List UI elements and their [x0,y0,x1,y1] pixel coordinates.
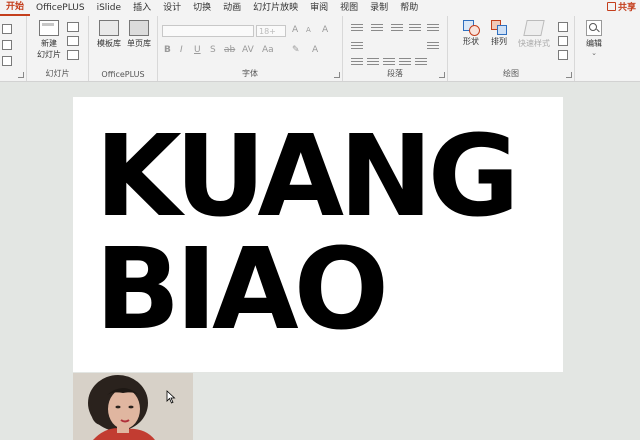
slide-title-line-2[interactable]: BIAO [95,234,389,346]
align-right-icon[interactable] [383,58,395,65]
shape-effects-icon[interactable] [558,50,568,60]
strikethrough-icon[interactable]: ab [224,45,235,55]
search-icon [586,20,602,36]
reset-icon[interactable] [67,36,79,46]
font-group-label: 字体 [242,69,258,78]
paragraph-launcher-icon[interactable] [439,72,445,78]
tab-design[interactable]: 设计 [157,0,187,16]
decrease-font-icon[interactable]: A [306,26,311,34]
font-launcher-icon[interactable] [334,72,340,78]
increase-indent-icon[interactable] [409,24,421,31]
cut-icon[interactable] [2,24,12,34]
ribbon-tab-bar: 开始 OfficePLUS iSlide 插入 设计 切换 动画 幻灯片放映 审… [0,0,640,16]
shapes-label: 形状 [463,37,479,46]
distribute-icon[interactable] [415,58,427,65]
editing-button[interactable]: 编辑 ⌄ [579,20,609,57]
clipboard-group [0,16,27,81]
share-button[interactable]: 共享 [597,0,640,16]
quick-styles-icon [523,20,545,36]
share-label: 共享 [617,3,636,13]
drawing-group-label: 绘图 [503,69,519,78]
text-direction-icon[interactable] [351,42,363,49]
justify-icon[interactable] [399,58,411,65]
shapes-button[interactable]: 形状 [458,20,484,47]
arrange-icon [491,20,507,35]
icon-library-button[interactable]: 单页库 [125,20,153,49]
drawing-launcher-icon[interactable] [566,72,572,78]
new-slide-label-2: 幻灯片 [37,50,61,59]
officeplus-group: 模板库 单页库 OfficePLUS [89,16,158,81]
slide-title-line-1[interactable]: KUANG [95,121,520,233]
quick-styles-label: 快速样式 [518,39,550,48]
shapes-icon [463,20,480,36]
portrait-image [73,373,193,440]
line-spacing-icon[interactable] [427,24,439,31]
bullets-icon[interactable] [351,24,363,31]
align-center-icon[interactable] [367,58,379,65]
new-slide-button[interactable]: 新建 幻灯片 [33,20,65,60]
shadow-icon[interactable]: S [210,45,216,55]
align-text-icon[interactable] [427,42,439,49]
arrange-label: 排列 [491,37,507,46]
tab-help[interactable]: 帮助 [394,0,424,16]
share-icon [606,2,616,11]
font-group: 18+ A A A B I U S ab AV Aa ✎ A 字体 [158,16,343,81]
tab-insert[interactable]: 插入 [127,0,157,16]
increase-font-icon[interactable]: A [292,25,298,35]
template-library-button[interactable]: 模板库 [95,20,123,49]
tab-islide[interactable]: iSlide [91,0,127,16]
align-left-icon[interactable] [351,58,363,65]
tab-record[interactable]: 录制 [364,0,394,16]
char-spacing-icon[interactable]: AV [242,45,254,55]
mouse-cursor-icon [166,390,176,404]
underline-icon[interactable]: U [194,45,201,55]
font-size-dropdown[interactable]: 18+ [256,25,286,37]
new-slide-icon [39,20,59,36]
slides-group-label: 幻灯片 [45,69,70,78]
quick-styles-button[interactable]: 快速样式 [514,20,554,49]
font-name-dropdown[interactable] [162,25,254,37]
tab-officeplus[interactable]: OfficePLUS [30,0,91,16]
paragraph-group-label: 段落 [387,69,403,78]
icon-library-icon [129,20,149,36]
template-library-icon [99,20,119,36]
slide-canvas[interactable]: KUANG BIAO [73,97,563,372]
editing-label: 编辑 [586,39,602,48]
italic-icon[interactable]: I [180,45,183,55]
new-slide-label-1: 新建 [41,39,57,48]
tab-review[interactable]: 审阅 [304,0,334,16]
tab-home[interactable]: 开始 [0,0,31,16]
numbering-icon[interactable] [371,24,383,31]
arrange-button[interactable]: 排列 [486,20,512,47]
icon-library-label: 单页库 [127,39,151,48]
slides-group: 新建 幻灯片 幻灯片 [27,16,89,81]
tab-slideshow[interactable]: 幻灯片放映 [247,0,304,16]
template-library-label: 模板库 [97,39,121,48]
clipboard-launcher-icon[interactable] [18,72,24,78]
clear-format-icon[interactable]: A [322,25,328,35]
highlight-icon[interactable]: ✎ [292,45,300,55]
drawing-group: 形状 排列 快速样式 绘图 [448,16,575,81]
portrait-photo[interactable] [73,373,193,440]
officeplus-group-label: OfficePLUS [101,70,145,79]
ribbon: 新建 幻灯片 幻灯片 模板库 单页库 OfficePLUS 18+ A A A … [0,16,640,82]
format-painter-icon[interactable] [2,56,12,66]
shape-outline-icon[interactable] [558,36,568,46]
copy-icon[interactable] [2,40,12,50]
tab-transitions[interactable]: 切换 [187,0,217,16]
change-case-icon[interactable]: Aa [262,45,274,55]
paragraph-group: 段落 [343,16,448,81]
layout-icon[interactable] [67,22,79,32]
font-color-icon[interactable]: A [312,45,318,55]
editing-chevron-down-icon: ⌄ [591,49,597,57]
bold-icon[interactable]: B [164,45,171,55]
decrease-indent-icon[interactable] [391,24,403,31]
tab-animations[interactable]: 动画 [217,0,247,16]
shape-fill-icon[interactable] [558,22,568,32]
editing-group: 编辑 ⌄ [575,16,613,81]
section-icon[interactable] [67,50,79,60]
tab-view[interactable]: 视图 [334,0,364,16]
